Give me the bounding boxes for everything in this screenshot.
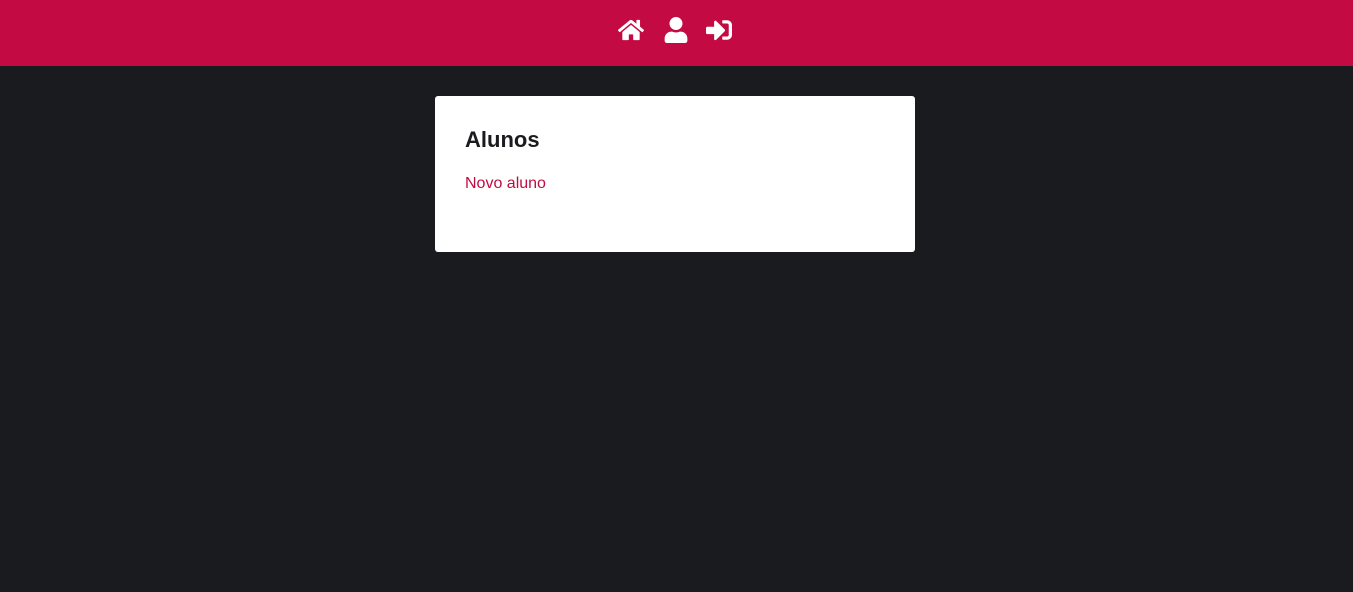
nav-home-link[interactable] <box>618 17 644 43</box>
top-navbar <box>0 0 1353 66</box>
new-student-link[interactable]: Novo aluno <box>465 174 546 194</box>
nav-user-link[interactable] <box>663 17 689 43</box>
nav-login-link[interactable] <box>706 17 732 43</box>
user-icon <box>664 17 688 43</box>
page-title: Alunos <box>465 127 540 152</box>
home-icon <box>618 19 644 41</box>
students-card: Alunos Novo aluno <box>435 96 915 252</box>
sign-in-icon <box>706 20 732 41</box>
